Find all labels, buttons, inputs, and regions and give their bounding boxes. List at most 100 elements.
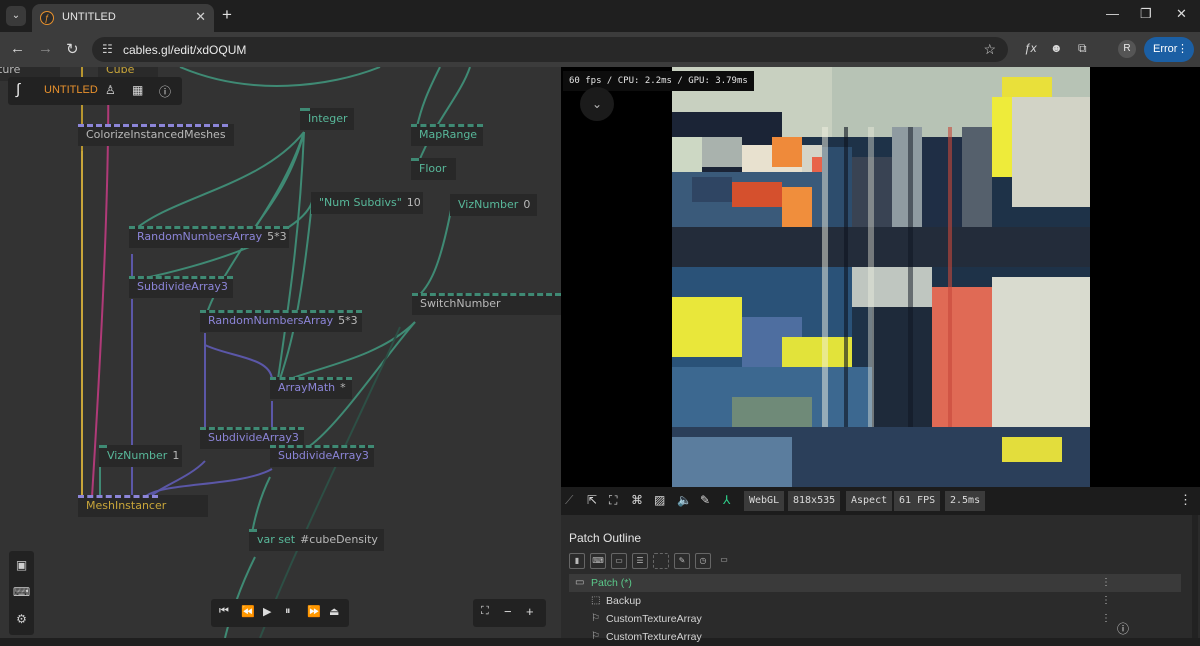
op-ports [129, 226, 289, 229]
keyboard-icon[interactable]: ⌨ [9, 580, 34, 605]
close-window-button[interactable]: ✕ [1176, 6, 1187, 22]
comment-filter-icon[interactable]: ▭ [611, 553, 627, 569]
bookmark-filter-icon[interactable]: ▮ [569, 553, 585, 569]
skip-to-start-icon[interactable]: ⏮ [219, 605, 229, 618]
user-icon[interactable]: ♙ [105, 83, 116, 97]
keyboard-filter-icon[interactable]: ⌨ [590, 553, 606, 569]
function-extension-icon[interactable]: ƒx [1024, 41, 1037, 55]
patch-side-tools: ▣ ⌨ ⚙ [9, 551, 34, 635]
timeline-toggle-icon[interactable]: ⏏ [329, 605, 339, 618]
bookmark-star-icon[interactable]: ☆ [983, 41, 996, 58]
restore-window-button[interactable]: ❐ [1140, 6, 1152, 22]
resize-handle-icon[interactable]: ⟋ [565, 493, 573, 508]
close-tab-icon[interactable]: ✕ [195, 9, 206, 25]
fit-view-icon[interactable]: ⛶ [481, 605, 489, 618]
op-floor[interactable]: Floor [411, 158, 456, 180]
table-icon[interactable]: ▦ [132, 83, 143, 97]
op-ports [300, 108, 310, 111]
transform-axes-icon[interactable]: ⅄ [723, 493, 730, 507]
op-integer[interactable]: Integer [300, 108, 354, 130]
zoom-in-icon[interactable]: + [526, 604, 534, 619]
zoom-out-icon[interactable]: − [504, 604, 512, 619]
history-filter-icon[interactable]: ◷ [695, 553, 711, 569]
fullscreen-icon[interactable]: ⛶ [609, 493, 617, 508]
op-viznumber-top[interactable]: VizNumber 0 [450, 194, 537, 216]
frame-time-chip[interactable]: 2.5ms [945, 491, 986, 511]
folder-filter-icon[interactable]: ▭ [716, 553, 732, 569]
rewind-icon[interactable]: ⏪ [241, 605, 255, 618]
error-button[interactable]: Error ⋮ [1144, 37, 1194, 62]
profile-avatar[interactable]: R [1118, 40, 1136, 58]
back-button[interactable]: ← [10, 40, 25, 57]
op-var-set[interactable]: var set #cubeDensity [249, 529, 384, 551]
help-icon[interactable]: ⓘ [1117, 620, 1129, 637]
op-maprange[interactable]: MapRange [411, 124, 483, 146]
volume-icon[interactable]: 🔈 [677, 493, 692, 507]
bookmark-icon: ⚐ [591, 631, 600, 642]
outline-row-customtexturearray-2[interactable]: ⚐ CustomTextureArray [569, 628, 1181, 646]
area-filter-icon[interactable] [653, 553, 669, 569]
chevron-down-icon[interactable]: ⌄ [580, 87, 614, 121]
forward-button[interactable]: → [38, 40, 53, 57]
op-ports [270, 445, 374, 448]
drag-handle-icon[interactable]: ⋮ [1101, 574, 1111, 592]
help-icon[interactable]: ⓘ [159, 83, 171, 100]
outline-scrollbar[interactable] [1192, 515, 1198, 638]
op-subdivide-array3-1[interactable]: SubdivideArray3 [129, 276, 233, 298]
drag-handle-icon[interactable]: ⋮ [1101, 610, 1111, 628]
op-ports [411, 158, 419, 161]
op-ports [200, 310, 362, 313]
op-arraymath[interactable]: ArrayMath * [270, 377, 352, 399]
op-subdivide-array3-3[interactable]: SubdivideArray3 [270, 445, 374, 467]
outline-row-label: CustomTextureArray [606, 613, 702, 625]
rendered-artwork [672, 67, 1090, 487]
outline-row-patch[interactable]: ▭ Patch (*) ⋮ [569, 574, 1181, 592]
drag-handle-icon[interactable]: ⋮ [1101, 592, 1111, 610]
aspect-chip[interactable]: Aspect [846, 491, 893, 511]
save-icon[interactable]: ▣ [9, 553, 34, 578]
avatar-extension-icon[interactable]: ☻ [1050, 41, 1063, 55]
zoom-controls: ⛶ − + [473, 599, 546, 627]
more-options-icon[interactable]: ⋮ [1179, 492, 1192, 508]
tab-search-button[interactable]: ⌄ [6, 6, 26, 26]
op-random-numbers-array-2[interactable]: RandomNumbersArray 5*3 [200, 310, 362, 332]
patch-title[interactable]: UNTITLED [44, 84, 98, 96]
op-switchnumber[interactable]: SwitchNumber [412, 293, 561, 315]
patch-editor[interactable]: ture Cube ∫ UNTITLED ♙ ▦ ⓘ ColorizeInsta… [0, 67, 561, 638]
fast-forward-icon[interactable]: ⏩ [307, 605, 321, 618]
renderer-chip[interactable]: WebGL [744, 491, 785, 511]
address-bar[interactable]: ☷ cables.gl/edit/xdOQUM ☆ [92, 37, 1008, 62]
webgl-canvas-viewer[interactable]: 60 fps / CPU: 2.2ms / GPU: 3.79ms ⌄ [561, 67, 1200, 487]
op-random-numbers-array-1[interactable]: RandomNumbersArray 5*3 [129, 226, 289, 248]
command-icon[interactable]: ⌘ [631, 493, 643, 507]
op-ports [249, 529, 257, 532]
op-num-subdivs[interactable]: "Num Subdivs" 10 [311, 192, 423, 214]
color-picker-icon[interactable]: ✎ [700, 493, 710, 507]
op-colorize-instanced-meshes[interactable]: ColorizeInstancedMeshes [78, 124, 234, 146]
minimize-window-button[interactable]: — [1106, 6, 1119, 21]
url-text[interactable]: cables.gl/edit/xdOQUM [123, 43, 246, 57]
site-settings-icon[interactable]: ☷ [102, 42, 113, 56]
color-filter-icon[interactable]: ✎ [674, 553, 690, 569]
cables-logo-icon[interactable]: ∫ [16, 81, 20, 98]
op-cube-label: Cube [106, 67, 135, 76]
extensions-puzzle-icon[interactable]: ⧉ [1078, 41, 1087, 56]
new-tab-button[interactable]: + [222, 5, 232, 25]
open-external-icon[interactable]: ⇱ [587, 493, 597, 507]
timeline-controls: ⏮ ⏪ ▶ ⏸ ⏩ ⏏ [211, 599, 349, 627]
screenshot-image-icon[interactable]: ▨ [654, 493, 665, 507]
pause-icon[interactable]: ⏸ [285, 605, 291, 618]
browser-tab[interactable]: ƒ UNTITLED ✕ [32, 4, 214, 32]
settings-gear-icon[interactable]: ⚙ [9, 607, 34, 632]
op-meshinstancer[interactable]: MeshInstancer [78, 495, 208, 517]
op-viznumber-bottom[interactable]: VizNumber 1 [99, 445, 182, 467]
outline-row-customtexturearray-1[interactable]: ⚐ CustomTextureArray ⋮ [569, 610, 1181, 628]
play-icon[interactable]: ▶ [263, 605, 271, 618]
message-filter-icon[interactable]: ☰ [632, 553, 648, 569]
reload-button[interactable]: ↻ [66, 40, 79, 58]
outline-row-backup[interactable]: ⬚ Backup ⋮ [569, 592, 1181, 610]
fps-chip[interactable]: 61 FPS [894, 491, 941, 511]
resolution-chip[interactable]: 818x535 [788, 491, 841, 511]
op-label: var set [257, 533, 296, 546]
op-value: 1 [172, 449, 180, 462]
